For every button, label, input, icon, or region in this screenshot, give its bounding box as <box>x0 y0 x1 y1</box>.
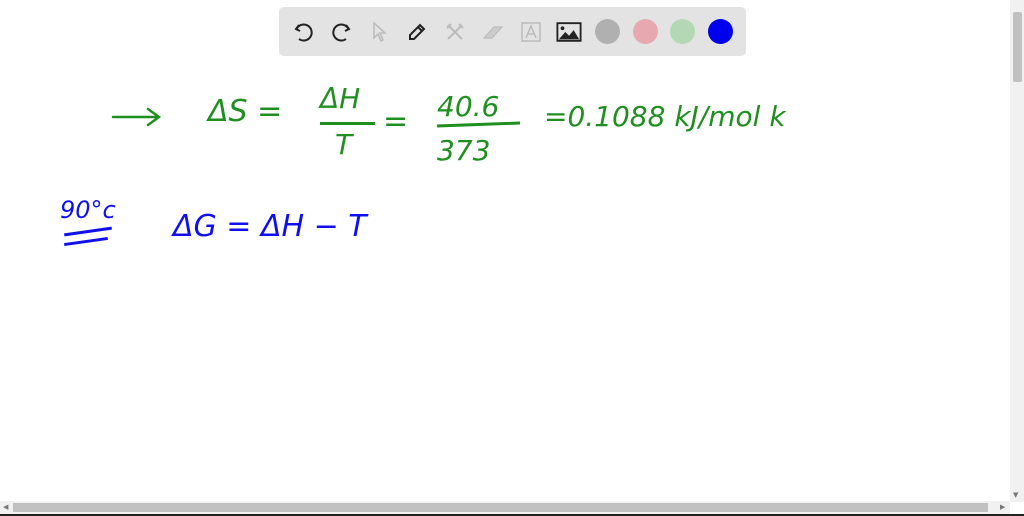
redo-button[interactable] <box>328 19 354 45</box>
equals-sign: = <box>383 104 409 139</box>
tools-button[interactable] <box>442 19 468 45</box>
redo-icon <box>332 23 351 42</box>
fraction1-bar <box>320 122 375 125</box>
horizontal-scroll-thumb[interactable] <box>13 503 988 512</box>
fraction1-denominator: T <box>335 128 353 161</box>
scroll-left-icon[interactable]: ◀ <box>3 503 8 511</box>
pen-icon <box>409 23 426 40</box>
color-gray[interactable] <box>595 19 620 44</box>
fraction1-numerator: ΔH <box>320 82 361 115</box>
select-tool[interactable] <box>366 19 392 45</box>
underline-2 <box>64 236 108 247</box>
delta-s-lhs: ΔS = <box>208 94 283 129</box>
fraction2-denominator: 373 <box>437 134 491 167</box>
color-blue[interactable] <box>708 19 733 44</box>
image-tool[interactable] <box>556 19 582 45</box>
horizontal-scrollbar[interactable]: ◀ ▶ <box>0 501 1010 514</box>
vertical-scrollbar[interactable]: ▼ <box>1010 0 1024 502</box>
eraser-icon <box>482 26 504 39</box>
select-icon <box>373 21 387 43</box>
underline-1 <box>64 226 112 237</box>
tools-icon <box>446 23 464 40</box>
fraction2-numerator: 40.6 <box>437 90 500 123</box>
pen-tool[interactable] <box>404 19 430 45</box>
drawing-toolbar <box>279 7 746 56</box>
color-green[interactable] <box>670 19 695 44</box>
vertical-scroll-thumb[interactable] <box>1013 12 1022 82</box>
color-pink[interactable] <box>633 19 658 44</box>
image-icon <box>556 22 582 42</box>
text-icon <box>521 22 541 42</box>
undo-icon <box>294 23 313 42</box>
text-tool[interactable] <box>518 19 544 45</box>
eraser-tool[interactable] <box>480 19 506 45</box>
scroll-down-icon[interactable]: ▼ <box>1013 491 1018 499</box>
arrow-icon <box>111 107 162 127</box>
undo-button[interactable] <box>291 19 317 45</box>
scroll-right-icon[interactable]: ▶ <box>1000 503 1005 511</box>
gibbs-equation: ΔG = ΔH − T <box>173 209 367 244</box>
entropy-result: =0.1088 kJ/mol k <box>544 100 786 133</box>
temperature-label: 90°c <box>60 196 116 224</box>
